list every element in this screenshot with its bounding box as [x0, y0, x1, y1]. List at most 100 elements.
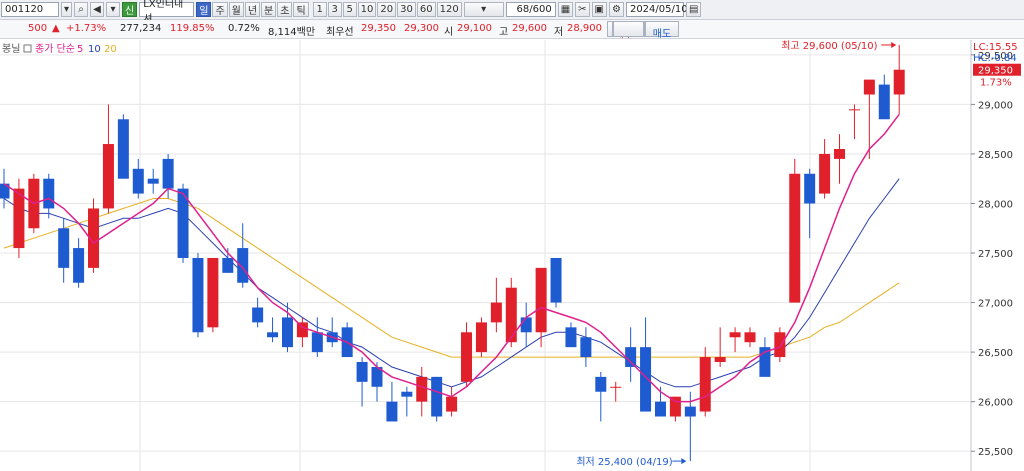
minute-option-120[interactable]: 120 [436, 2, 462, 17]
candle [192, 253, 204, 338]
minute-option-3[interactable]: 3 [327, 2, 342, 17]
high-annotation: 최고 29,600 (05/10) [781, 40, 877, 52]
candle-body [878, 84, 890, 120]
change-arrow-icon: ▲ [52, 23, 60, 34]
count-total: /600 [529, 4, 552, 15]
grid-settings-button[interactable]: ▦ [557, 2, 574, 17]
period-tab-0[interactable]: 일 [196, 2, 212, 17]
high-value: 29,600 [512, 23, 547, 34]
candle-body [446, 396, 458, 412]
candle-body [535, 267, 547, 333]
candle-body [654, 401, 666, 417]
candle-body [43, 178, 55, 209]
search-button[interactable]: ⌕ [74, 2, 89, 17]
y-tick-label: 28,000 [978, 199, 1013, 210]
candle-body [416, 376, 428, 402]
y-tick-label: 28,500 [978, 150, 1013, 161]
gear-icon: ⚙ [611, 4, 621, 15]
candle-body [281, 317, 293, 348]
candle-body [252, 307, 264, 323]
last-price-label: 29,350 [978, 66, 1013, 77]
minute-option-10[interactable]: 10 [357, 2, 377, 17]
candle-body [863, 79, 875, 95]
stock-code-input[interactable]: 001120 [1, 2, 59, 17]
lc-indicator: LC:15.55 [973, 42, 1018, 53]
best-ask-label: 최우선 [326, 27, 354, 38]
date-input[interactable]: 2024/05/10 [625, 2, 688, 17]
candle-body [565, 327, 577, 348]
candle-body [505, 287, 517, 343]
candle-body [162, 158, 174, 189]
low-annotation: 최저 25,400 (04/19) [576, 456, 672, 468]
minute-option-20[interactable]: 20 [377, 2, 397, 17]
period-tab-1[interactable]: 주 [212, 2, 228, 17]
save-button[interactable]: ▣ [591, 2, 607, 17]
candle-body [684, 406, 696, 417]
candle-body [490, 302, 502, 323]
minute-dropdown-button[interactable]: ▾ [463, 2, 504, 17]
candle-body [461, 332, 473, 382]
stock-name-field[interactable]: LX인터내셔 [139, 0, 195, 25]
y-tick-label: 27,000 [978, 299, 1013, 310]
count-field[interactable]: 68/600 [505, 2, 556, 17]
minute-option-30[interactable]: 30 [397, 2, 416, 17]
period-tab-5[interactable]: 초 [277, 2, 293, 17]
candle-body [848, 109, 860, 111]
period-tab-4[interactable]: 분 [261, 2, 277, 17]
settings-button[interactable]: ⚙ [608, 2, 624, 17]
save-icon: ▣ [594, 4, 604, 15]
volume-value: 277,234 [120, 23, 162, 34]
dropdown-arrow-icon: ▾ [110, 4, 116, 15]
period-tab-2[interactable]: 월 [228, 2, 244, 17]
candle-body [893, 69, 905, 95]
y-tick-label: 26,000 [978, 398, 1013, 409]
scissors-button[interactable]: ✂ [575, 2, 590, 17]
candle [431, 376, 443, 422]
price-chart[interactable]: 최고 29,600 (05/10) 최저 25,400 (04/19) 25,50… [0, 40, 1024, 471]
period-tab-6[interactable]: 틱 [293, 2, 309, 17]
minute-option-60[interactable]: 60 [416, 2, 436, 17]
best-ask-value: 29,350 [361, 23, 396, 34]
code-dropdown-button[interactable]: ▾ [61, 2, 73, 17]
legend-ma5: 5 [77, 44, 83, 55]
candle-body [356, 362, 368, 382]
candle [774, 327, 786, 363]
sell-button-placeholder [612, 21, 646, 37]
candle-body [267, 332, 279, 338]
candle-body [789, 173, 801, 303]
grid-icon: ▦ [560, 4, 571, 15]
minute-option-5[interactable]: 5 [342, 2, 357, 17]
speaker-icon: ◀ [93, 4, 101, 15]
candle [475, 317, 487, 358]
candle-body [237, 248, 249, 283]
legend-ma20: 20 [104, 44, 117, 55]
candle-body [640, 347, 652, 412]
sell-label: 매도 [652, 29, 672, 40]
candle-body [222, 257, 234, 273]
candle-body [132, 168, 144, 194]
chart-legend: 봉닐 종가 단순 5 10 20 [2, 43, 117, 55]
calendar-button[interactable]: ▤ [685, 2, 702, 17]
candle-body [610, 386, 622, 388]
candle-body [774, 332, 786, 358]
candle-body [58, 228, 70, 268]
candle [117, 114, 129, 179]
candle-body [192, 257, 204, 333]
candle [207, 257, 219, 333]
candle-body [13, 188, 25, 249]
sell-button[interactable]: 매도 [645, 21, 679, 40]
period-tab-3[interactable]: 년 [244, 2, 261, 17]
date-text: 2024/05/10 [629, 4, 688, 15]
sound-button[interactable]: ◀ [90, 2, 105, 17]
minute-option-1[interactable]: 1 [312, 2, 327, 17]
calendar-icon: ▤ [688, 4, 699, 15]
candle-body [834, 148, 846, 159]
chart-toolbar: 001120 ▾ ⌕ ◀ ▾ 신 LX인터내셔 일주월년분초틱 1 3 5 10 20 3… [0, 0, 1024, 25]
arrow-menu-button[interactable]: ▾ [106, 2, 121, 17]
candle-body [117, 119, 129, 179]
change-percent: +1.73% [66, 23, 107, 34]
candle-body [714, 357, 726, 363]
candle-body [386, 401, 398, 422]
candle-body [580, 337, 592, 358]
best-bid-value: 29,300 [404, 23, 439, 34]
